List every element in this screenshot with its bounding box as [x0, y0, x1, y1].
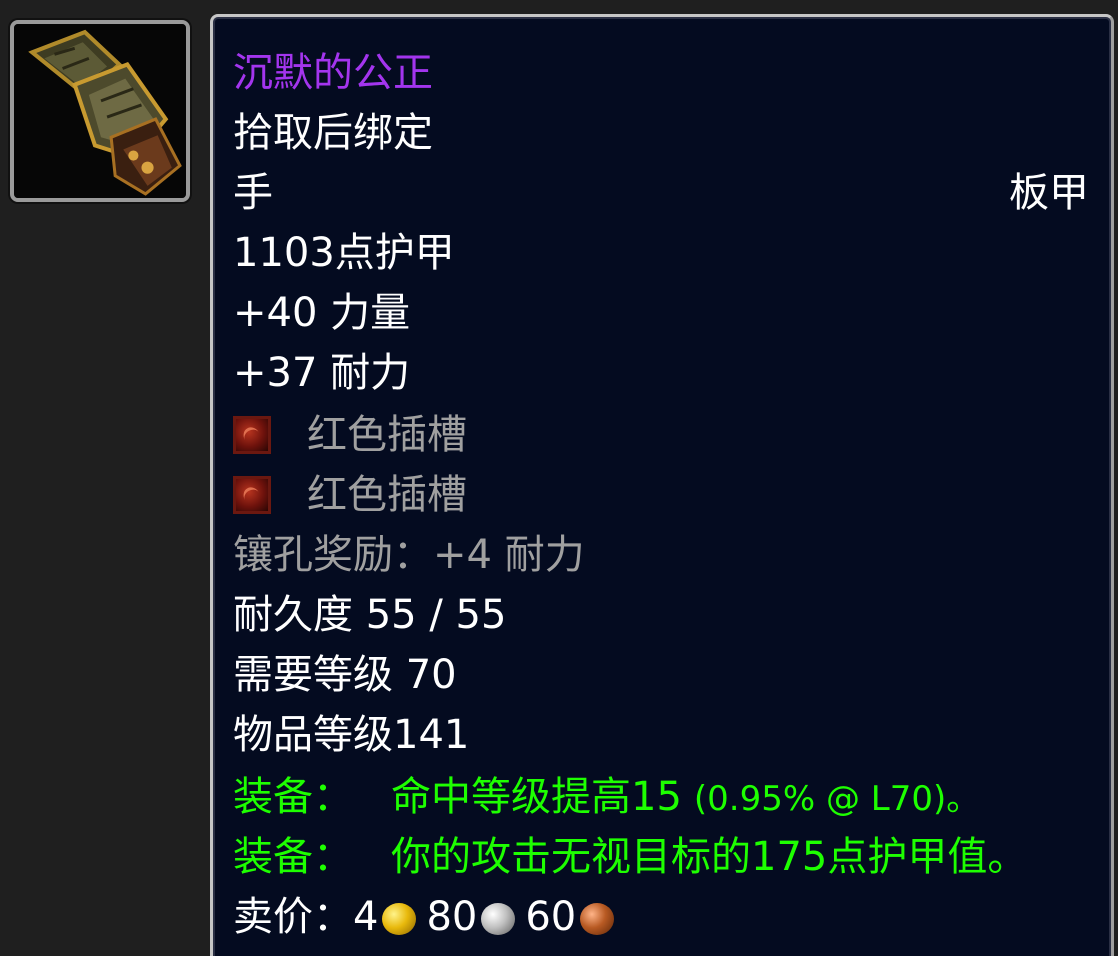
red-socket-icon	[233, 476, 271, 514]
required-level-text: 需要等级 70	[233, 652, 457, 698]
silver-amount: 80	[426, 894, 478, 940]
red-socket-icon	[233, 416, 271, 454]
socket-bonus: 镶孔奖励：+4 耐力	[233, 532, 585, 578]
plate-gauntlet-icon	[14, 24, 186, 198]
equip-text: 你的攻击无视目标的175点护甲值。	[391, 834, 1028, 880]
stat-stamina: +37 耐力	[233, 350, 411, 396]
slot-text: 手	[233, 170, 273, 216]
durability-text: 耐久度 55 / 55	[233, 592, 507, 638]
socket-label: 红色插槽	[307, 412, 467, 458]
item-icon-frame[interactable]	[10, 20, 190, 202]
socket-line-1: 红色插槽	[233, 409, 467, 461]
equip-prefix: 装备：	[233, 834, 353, 880]
socket-label: 红色插槽	[307, 472, 467, 518]
binding-text: 拾取后绑定	[233, 110, 433, 156]
gold-amount: 4	[353, 894, 379, 940]
equip-effect-2: 装备： 你的攻击无视目标的175点护甲值。	[233, 831, 1027, 883]
sell-price: 卖价：4 80 60	[233, 891, 624, 943]
armor-value: 1103点护甲	[233, 230, 455, 276]
socket-line-2: 红色插槽	[233, 469, 467, 521]
item-name: 沉默的公正	[233, 50, 433, 96]
copper-coin-icon	[580, 903, 615, 935]
sell-price-label: 卖价：	[233, 894, 353, 940]
copper-amount: 60	[525, 894, 577, 940]
gold-coin-icon	[382, 903, 417, 935]
armor-type-text: 板甲	[1009, 170, 1089, 216]
item-level-text: 物品等级141	[233, 712, 470, 758]
item-tooltip: 沉默的公正 拾取后绑定 手 板甲 1103点护甲 +40 力量 +37 耐力 红…	[210, 14, 1114, 956]
silver-coin-icon	[481, 903, 516, 935]
equip-prefix: 装备：	[233, 774, 353, 820]
game-screen: 沉默的公正 拾取后绑定 手 板甲 1103点护甲 +40 力量 +37 耐力 红…	[0, 0, 1118, 956]
stat-strength: +40 力量	[233, 290, 411, 336]
equip-effect-1: 装备： 命中等级提高15 (0.95% @ L70)。	[233, 771, 980, 823]
equip-note: (0.95% @ L70)。	[693, 779, 981, 819]
equip-text: 命中等级提高15	[391, 774, 682, 820]
